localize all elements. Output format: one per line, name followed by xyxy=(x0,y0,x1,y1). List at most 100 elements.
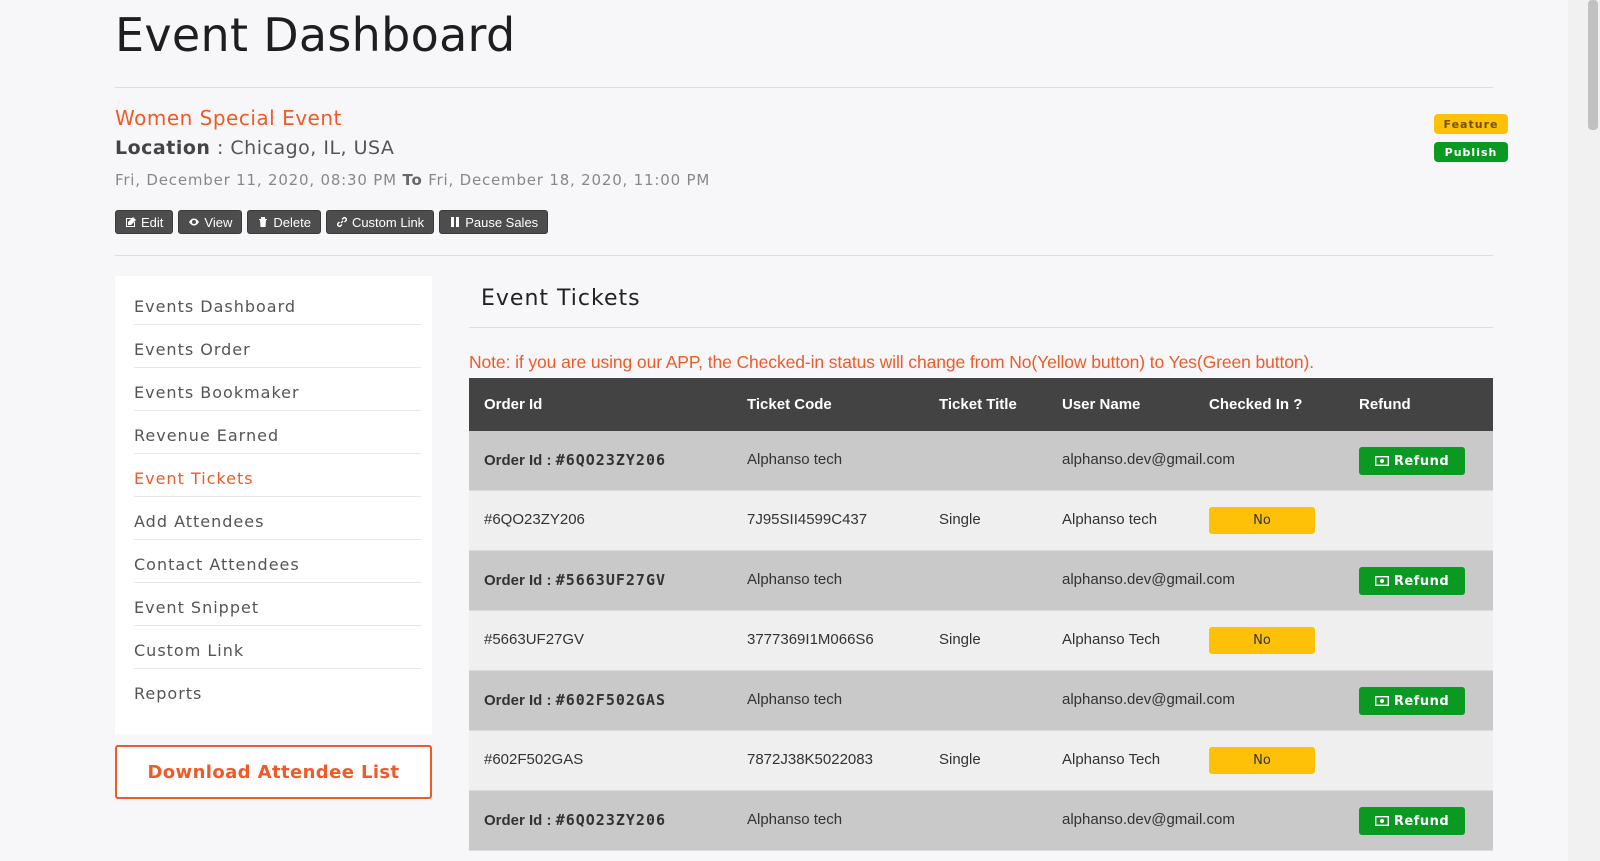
sidebar-item-events-dashboard[interactable]: Events Dashboard xyxy=(134,282,421,325)
order-id-value: #6QO23ZY206 xyxy=(555,811,667,829)
sidebar-item-reports[interactable]: Reports xyxy=(134,669,421,712)
sidebar-item-add-attendees[interactable]: Add Attendees xyxy=(134,497,421,540)
money-icon xyxy=(1374,816,1389,826)
ticket-id-cell: #6QO23ZY206 xyxy=(484,511,585,528)
checked-in-no-button[interactable]: No xyxy=(1209,627,1315,654)
location-label: Location xyxy=(115,137,211,159)
order-id-value: #6QO23ZY206 xyxy=(555,451,667,469)
scrollbar-thumb[interactable] xyxy=(1588,0,1598,130)
page-scrollbar[interactable] xyxy=(1568,0,1600,861)
order-id-prefix: Order Id : xyxy=(484,452,556,469)
refund-button-label: Refund xyxy=(1393,693,1450,709)
money-icon xyxy=(1374,456,1389,466)
header-user-name: User Name xyxy=(1062,396,1141,413)
divider xyxy=(115,87,1493,88)
order-email-cell: alphanso.dev@gmail.com xyxy=(1062,451,1235,468)
ticket-title-cell: Single xyxy=(939,631,981,648)
refund-button[interactable]: Refund xyxy=(1359,807,1465,835)
ticket-id-cell: #5663UF27GV xyxy=(484,631,585,648)
ticket-title-cell: Single xyxy=(939,751,981,768)
order-id-prefix: Order Id : xyxy=(484,812,556,829)
event-end: Fri, December 18, 2020, 11:00 PM xyxy=(428,171,711,189)
table-row: Order Id : #602F502GAS Alphanso tech alp… xyxy=(469,671,1493,731)
edit-icon xyxy=(126,217,136,227)
order-email-cell: alphanso.dev@gmail.com xyxy=(1062,811,1235,828)
checkin-note: Note: if you are using our APP, the Chec… xyxy=(469,352,1315,372)
table-row: Order Id : #5663UF27GV Alphanso tech alp… xyxy=(469,551,1493,611)
pause-icon xyxy=(451,217,460,227)
header-ticket-title: Ticket Title xyxy=(939,396,1017,413)
table-row: Order Id : #6QO23ZY206 Alphanso tech alp… xyxy=(469,791,1493,851)
edit-button-label: Edit xyxy=(141,214,164,230)
location-separator: : xyxy=(210,137,231,159)
tickets-table: Order Id Ticket Code Ticket Title User N… xyxy=(469,378,1493,851)
header-refund: Refund xyxy=(1359,396,1411,413)
order-id-cell: Order Id : #6QO23ZY206 xyxy=(484,451,666,469)
ticket-user-cell: Alphanso Tech xyxy=(1062,631,1161,648)
refund-button-label: Refund xyxy=(1393,813,1450,829)
delete-button[interactable]: Delete xyxy=(247,210,321,234)
order-id-cell: Order Id : #5663UF27GV xyxy=(484,571,666,589)
eye-icon xyxy=(189,218,200,226)
sidebar-item-contact-attendees[interactable]: Contact Attendees xyxy=(134,540,421,583)
header-ticket-code: Ticket Code xyxy=(747,396,832,413)
ticket-code-cell: 7872J38K5022083 xyxy=(747,751,873,768)
pause-sales-button[interactable]: Pause Sales xyxy=(439,210,549,234)
publish-badge[interactable]: Publish xyxy=(1434,142,1508,162)
sidebar: Events Dashboard Events Order Events Boo… xyxy=(115,276,432,734)
event-name: Women Special Event xyxy=(115,106,342,130)
order-email-cell: alphanso.dev@gmail.com xyxy=(1062,571,1235,588)
sidebar-item-events-order[interactable]: Events Order xyxy=(134,325,421,368)
money-icon xyxy=(1374,576,1389,586)
feature-badge[interactable]: Feature xyxy=(1434,114,1508,134)
refund-button-label: Refund xyxy=(1393,573,1450,589)
sidebar-item-events-bookmaker[interactable]: Events Bookmaker xyxy=(134,368,421,411)
order-id-value: #602F502GAS xyxy=(555,691,667,709)
order-name-cell: Alphanso tech xyxy=(747,451,843,468)
event-actions: Edit View Delete Custom Link Pause Sales xyxy=(115,210,549,234)
divider xyxy=(469,327,1493,328)
pause-sales-button-label: Pause Sales xyxy=(465,214,539,230)
download-attendee-list-button[interactable]: Download Attendee List xyxy=(115,745,432,799)
view-button[interactable]: View xyxy=(178,210,243,234)
order-email-cell: alphanso.dev@gmail.com xyxy=(1062,691,1235,708)
sidebar-item-event-tickets[interactable]: Event Tickets xyxy=(134,454,421,497)
ticket-code-cell: 3777369I1M066S6 xyxy=(747,631,874,648)
refund-button[interactable]: Refund xyxy=(1359,567,1465,595)
order-id-cell: Order Id : #6QO23ZY206 xyxy=(484,811,666,829)
table-row: #602F502GAS 7872J38K5022083 Single Alpha… xyxy=(469,731,1493,791)
page-title: Event Dashboard xyxy=(115,8,516,62)
to-label: To xyxy=(402,171,423,189)
event-location: Location : Chicago, IL, USA xyxy=(115,137,394,159)
header-order-id: Order Id xyxy=(484,396,543,413)
ticket-id-cell: #602F502GAS xyxy=(484,751,584,768)
custom-link-button[interactable]: Custom Link xyxy=(325,210,435,234)
trash-icon xyxy=(259,217,268,227)
event-start: Fri, December 11, 2020, 08:30 PM xyxy=(115,171,397,189)
sidebar-item-event-snippet[interactable]: Event Snippet xyxy=(134,583,421,626)
section-title: Event Tickets xyxy=(481,286,641,311)
refund-button[interactable]: Refund xyxy=(1359,687,1465,715)
edit-button[interactable]: Edit xyxy=(115,210,174,234)
order-id-prefix: Order Id : xyxy=(484,692,556,709)
location-value: Chicago, IL, USA xyxy=(230,137,395,159)
sidebar-item-custom-link[interactable]: Custom Link xyxy=(134,626,421,669)
order-id-value: #5663UF27GV xyxy=(555,571,667,589)
refund-button[interactable]: Refund xyxy=(1359,447,1465,475)
view-button-label: View xyxy=(204,214,233,230)
header-checked-in: Checked In ? xyxy=(1209,396,1303,413)
ticket-user-cell: Alphanso tech xyxy=(1062,511,1158,528)
table-header: Order Id Ticket Code Ticket Title User N… xyxy=(469,378,1493,431)
order-name-cell: Alphanso tech xyxy=(747,571,843,588)
checked-in-no-button[interactable]: No xyxy=(1209,507,1315,534)
link-icon xyxy=(336,217,347,227)
checked-in-no-button[interactable]: No xyxy=(1209,747,1315,774)
sidebar-item-revenue-earned[interactable]: Revenue Earned xyxy=(134,411,421,454)
ticket-code-cell: 7J95SII4599C437 xyxy=(747,511,868,528)
refund-button-label: Refund xyxy=(1393,453,1450,469)
event-dates: Fri, December 11, 2020, 08:30 PM To Fri,… xyxy=(115,171,710,189)
delete-button-label: Delete xyxy=(273,214,311,230)
order-name-cell: Alphanso tech xyxy=(747,691,843,708)
money-icon xyxy=(1374,696,1389,706)
ticket-title-cell: Single xyxy=(939,511,981,528)
